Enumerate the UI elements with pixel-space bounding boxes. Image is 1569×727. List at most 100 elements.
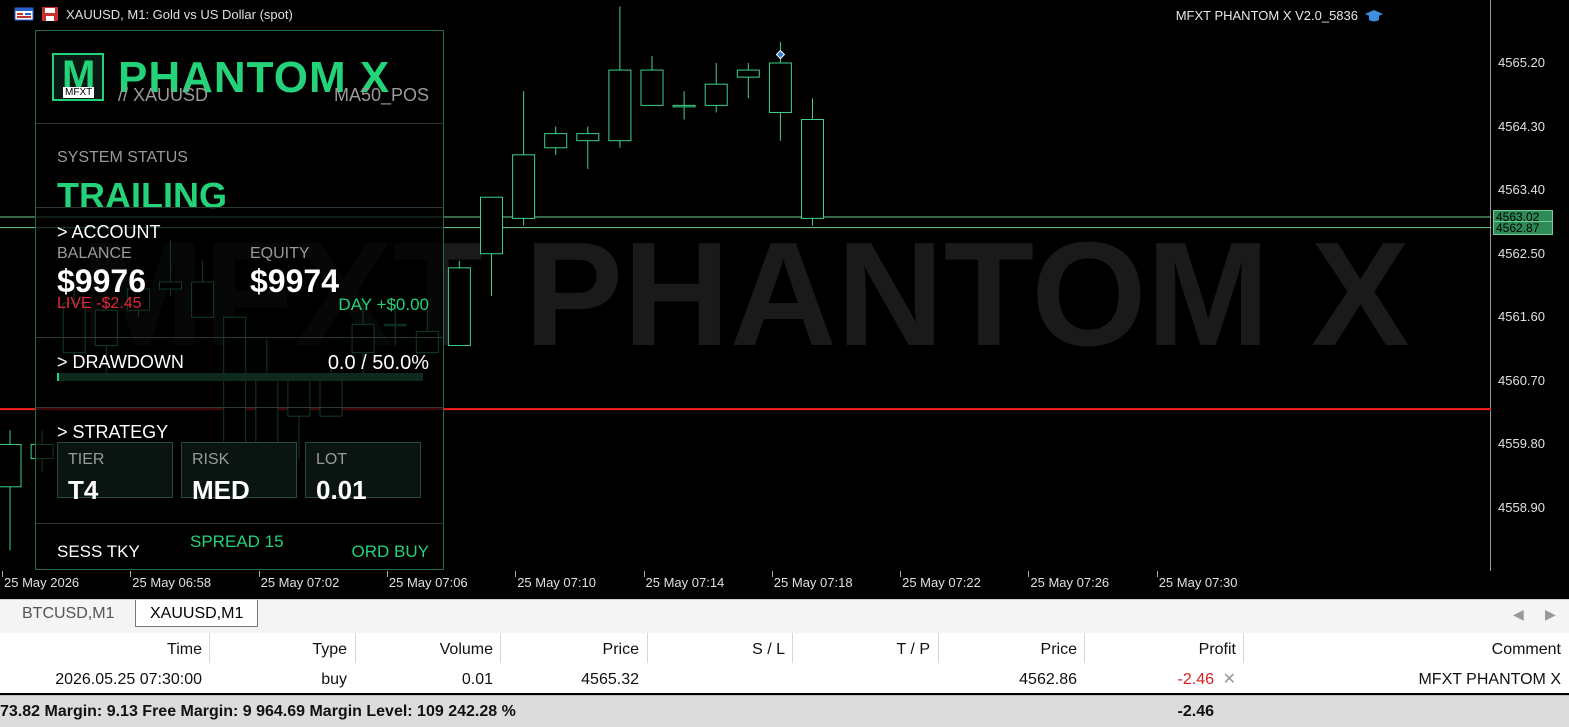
cell-price: 4565.32 bbox=[581, 671, 639, 688]
strategy-header: > STRATEGY bbox=[57, 422, 169, 442]
lot-box: LOT 0.01 bbox=[305, 442, 421, 505]
save-icon[interactable] bbox=[40, 6, 60, 22]
balance-label: BALANCE bbox=[57, 245, 132, 262]
tier-value: T4 bbox=[68, 475, 99, 505]
time-tick-label: 25 May 07:26 bbox=[1030, 575, 1110, 590]
time-tick-label: 25 May 07:10 bbox=[517, 575, 596, 590]
chart-symbol-title: XAUUSD, M1: Gold vs US Dollar (spot) bbox=[66, 6, 293, 22]
risk-box: RISK MED bbox=[181, 442, 297, 505]
time-tick-label: 25 May 07:18 bbox=[773, 575, 853, 590]
time-tick-label: 25 May 07:14 bbox=[645, 575, 725, 590]
live-pnl: LIVE -$2.45 bbox=[57, 295, 142, 312]
status-value: TRAILING bbox=[57, 175, 227, 216]
candle bbox=[704, 63, 728, 113]
candle-body bbox=[736, 69, 760, 78]
time-tick bbox=[900, 571, 902, 577]
header-sl[interactable]: S / L bbox=[752, 641, 785, 659]
status-label: SYSTEM STATUS bbox=[57, 149, 188, 166]
table-row[interactable]: 2026.05.25 07:30:00 buy 0.01 4565.32 456… bbox=[0, 666, 1569, 694]
lot-label: LOT bbox=[316, 451, 348, 468]
panel-symbol: // XAUUSD bbox=[118, 85, 209, 105]
candle-body bbox=[544, 133, 568, 149]
column-divider bbox=[647, 633, 648, 663]
time-axis[interactable]: 25 May 2026 25 May 06:58 25 May 07:02 25 Ma… bbox=[0, 571, 1491, 599]
price-tick-label: 4561.60 bbox=[1498, 309, 1545, 325]
panel-divider bbox=[36, 123, 443, 124]
cell-type: buy bbox=[321, 671, 347, 688]
price-tick-label: 4565.20 bbox=[1498, 55, 1545, 70]
column-divider bbox=[792, 633, 793, 663]
candle-body bbox=[576, 133, 600, 142]
candle bbox=[672, 91, 696, 120]
ea-name: MFXT PHANTOM X V2.0_5836 bbox=[1175, 8, 1358, 23]
candle-body bbox=[447, 267, 471, 347]
tab-scroll-right-icon[interactable]: ▶ bbox=[1545, 606, 1556, 623]
lot-value: 0.01 bbox=[316, 475, 367, 505]
equity-value: $9974 bbox=[250, 263, 339, 299]
chart-window-icon[interactable] bbox=[14, 6, 34, 22]
time-tick-label: 25 May 07:30 bbox=[1158, 575, 1238, 590]
price-tick-label: 4558.90 bbox=[1498, 500, 1545, 515]
candle bbox=[608, 6, 632, 148]
panel-divider bbox=[36, 207, 443, 208]
time-tick bbox=[386, 571, 388, 577]
header-comment[interactable]: Comment bbox=[1492, 641, 1561, 659]
header-time[interactable]: Time bbox=[167, 641, 202, 659]
column-divider bbox=[500, 633, 501, 663]
expert-advisor-label[interactable]: MFXT PHANTOM X V2.0_5836 bbox=[1176, 8, 1384, 23]
time-tick bbox=[258, 571, 260, 577]
account-header: > ACCOUNT bbox=[57, 222, 161, 242]
phantom-x-panel[interactable]: M MFXT PHANTOM X // XAUUSD MA50_POS SYST… bbox=[35, 30, 444, 570]
header-tp[interactable]: T / P bbox=[897, 641, 931, 659]
drawdown-value: 0.0 / 50.0% bbox=[327, 352, 429, 374]
tier-box: TIER T4 bbox=[57, 442, 173, 505]
account-summary: 73.82 Margin: 9.13 Free Margin: 9 964.69… bbox=[0, 695, 1569, 727]
tab-xauusd[interactable]: XAUUSD,M1 bbox=[135, 600, 259, 627]
panel-divider bbox=[36, 407, 443, 408]
price-tick-label: 4563.40 bbox=[1498, 182, 1545, 198]
terminal-window: MFXT PHANTOM X XAUUSD, M1: Gold vs US Do… bbox=[0, 0, 1569, 727]
column-divider bbox=[1243, 633, 1244, 663]
price-axis[interactable]: 4565.20 4564.30 4563.40 4562.50 4561.60 4560.… bbox=[1492, 0, 1569, 571]
candle-body bbox=[0, 443, 22, 488]
close-position-icon[interactable]: ✕ bbox=[1223, 669, 1236, 689]
time-tick-label: 25 May 2026 bbox=[4, 575, 80, 590]
candle bbox=[544, 126, 568, 155]
drawdown-bar-fill bbox=[57, 373, 59, 381]
price-tag: 4562.87 bbox=[1493, 221, 1553, 235]
header-current-price[interactable]: Price bbox=[1041, 641, 1077, 659]
candle bbox=[576, 126, 600, 169]
spread-label: SPREAD 15 bbox=[190, 532, 284, 551]
column-divider bbox=[355, 633, 356, 663]
cell-profit: -2.46 bbox=[1177, 671, 1214, 688]
order-label: ORD BUY bbox=[351, 542, 429, 561]
tab-btcusd[interactable]: BTCUSD,M1 bbox=[8, 600, 128, 627]
column-divider bbox=[209, 633, 210, 663]
tab-scroll-left-icon[interactable]: ◀ bbox=[1513, 606, 1524, 623]
header-volume[interactable]: Volume bbox=[440, 641, 493, 659]
candle-body bbox=[480, 196, 503, 255]
chart-tabs: BTCUSD,M1 XAUUSD,M1 ◀ ▶ bbox=[0, 599, 1569, 633]
equity-label: EQUITY bbox=[250, 245, 310, 262]
candle-body bbox=[672, 104, 696, 108]
cell-volume: 0.01 bbox=[461, 671, 493, 688]
header-profit[interactable]: Profit bbox=[1199, 641, 1236, 659]
summary-profit: -2.46 bbox=[1177, 703, 1214, 720]
header-price[interactable]: Price bbox=[603, 641, 639, 659]
candle-body bbox=[801, 119, 824, 219]
logo-box: M MFXT bbox=[52, 53, 104, 101]
candle bbox=[640, 55, 664, 106]
header-type[interactable]: Type bbox=[312, 641, 347, 659]
time-tick-label: 25 May 06:58 bbox=[132, 575, 212, 590]
panel-filter: MA50_POS bbox=[333, 85, 429, 105]
time-tick bbox=[1156, 571, 1158, 577]
logo-subtext: MFXT bbox=[63, 87, 95, 98]
candle-body bbox=[768, 62, 792, 113]
day-pnl: DAY +$0.00 bbox=[338, 295, 429, 314]
drawdown-bar bbox=[57, 373, 423, 381]
price-tick-label: 4564.30 bbox=[1498, 118, 1545, 134]
graduation-cap-icon bbox=[1365, 9, 1383, 21]
cell-comment: MFXT PHANTOM X bbox=[1418, 671, 1561, 688]
time-tick-label: 25 May 07:22 bbox=[902, 575, 981, 590]
buy-entry-marker[interactable] bbox=[775, 49, 786, 60]
